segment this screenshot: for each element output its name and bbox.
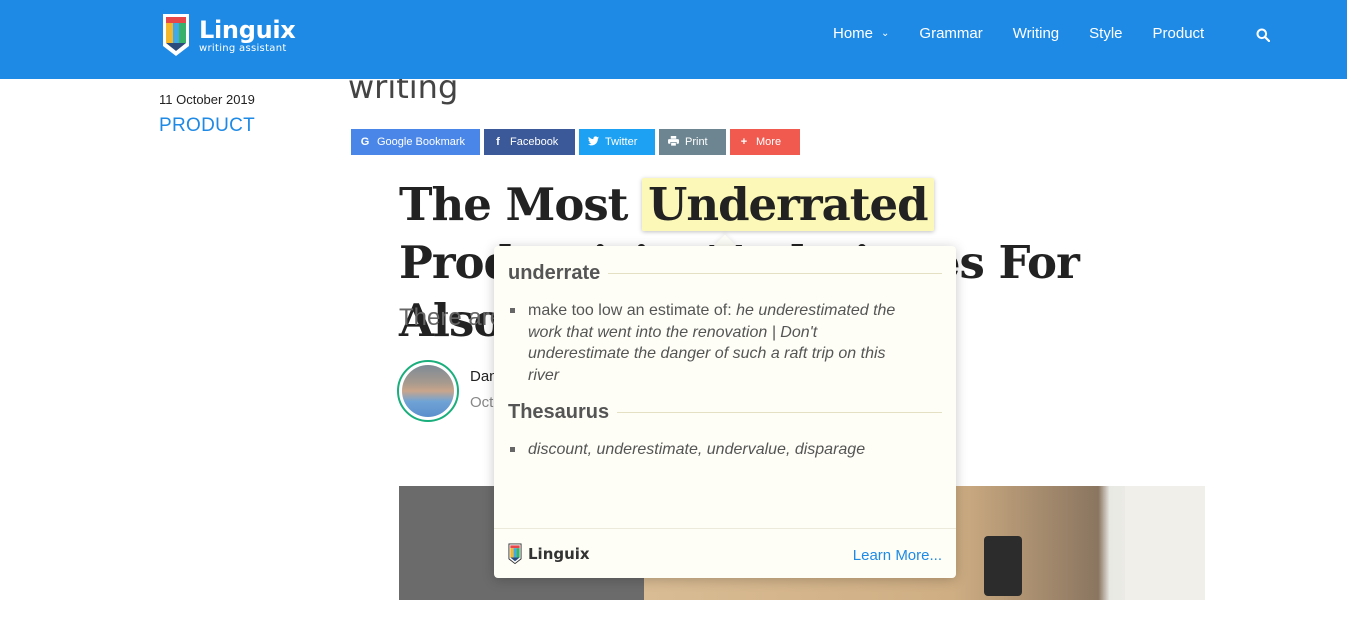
plus-icon: + bbox=[740, 136, 748, 148]
more-share-button[interactable]: + More bbox=[730, 129, 800, 155]
print-label: Print bbox=[685, 136, 708, 148]
nav-product[interactable]: Product bbox=[1153, 25, 1205, 42]
google-bookmark-label: Google Bookmark bbox=[377, 136, 466, 148]
brand-tagline: writing assistant bbox=[199, 42, 287, 54]
learn-more-link[interactable]: Learn More... bbox=[853, 547, 942, 564]
thesaurus-title: Thesaurus bbox=[508, 401, 610, 423]
linguix-logo-icon bbox=[508, 543, 522, 565]
print-icon bbox=[667, 135, 679, 149]
definition-word: underrate bbox=[508, 262, 601, 284]
brand-logo[interactable]: Linguix writing assistant bbox=[161, 12, 296, 59]
article-subtitle: There are bbox=[399, 304, 504, 331]
category-link[interactable]: PRODUCT bbox=[159, 115, 255, 137]
definition-list: make too low an estimate of: he underest… bbox=[508, 300, 908, 386]
search-icon[interactable] bbox=[1256, 28, 1270, 42]
nav-style[interactable]: Style bbox=[1089, 25, 1122, 42]
definition-item: make too low an estimate of: he underest… bbox=[508, 300, 908, 386]
thesaurus-header: Thesaurus bbox=[508, 401, 942, 424]
definition-text: make too low an estimate of: bbox=[528, 302, 737, 319]
headline-before: The Most bbox=[399, 178, 643, 231]
facebook-button[interactable]: f Facebook bbox=[484, 129, 575, 155]
facebook-label: Facebook bbox=[510, 136, 559, 148]
synonyms-text: discount, underestimate, undervalue, dis… bbox=[528, 441, 866, 458]
popup-brand[interactable]: Linguix bbox=[508, 542, 590, 566]
print-button[interactable]: Print bbox=[659, 129, 726, 155]
definition-header: underrate bbox=[508, 262, 942, 285]
byline-date: Oct bbox=[470, 394, 494, 411]
nav-grammar[interactable]: Grammar bbox=[919, 25, 982, 42]
popup-footer: Linguix Learn More... bbox=[494, 528, 956, 578]
post-date: 11 October 2019 bbox=[159, 92, 255, 107]
definition-popup: underrate make too low an estimate of: h… bbox=[494, 246, 956, 578]
linguix-logo-icon bbox=[163, 14, 189, 56]
nav-home[interactable]: Home ⌄ bbox=[833, 25, 889, 42]
popup-brand-name: Linguix bbox=[528, 545, 590, 563]
share-bar: G Google Bookmark f Facebook Twitter Pri… bbox=[351, 129, 804, 155]
google-bookmark-button[interactable]: G Google Bookmark bbox=[351, 129, 480, 155]
synonym-list: discount, underestimate, undervalue, dis… bbox=[508, 439, 908, 461]
more-label: More bbox=[756, 136, 782, 148]
twitter-button[interactable]: Twitter bbox=[579, 129, 655, 155]
google-icon: G bbox=[360, 136, 370, 148]
highlighted-word[interactable]: Underrated bbox=[642, 178, 934, 231]
site-header: Linguix writing assistant Home ⌄ Grammar… bbox=[0, 0, 1347, 79]
nav-home-label: Home bbox=[833, 25, 874, 42]
twitter-icon bbox=[587, 135, 599, 149]
nav-writing[interactable]: Writing bbox=[1013, 25, 1059, 42]
brand-name: Linguix bbox=[199, 15, 296, 44]
twitter-label: Twitter bbox=[605, 136, 638, 148]
chevron-down-icon: ⌄ bbox=[881, 28, 890, 39]
main-nav: Home ⌄ Grammar Writing Style Product bbox=[833, 25, 1234, 42]
synonym-item: discount, underestimate, undervalue, dis… bbox=[508, 439, 908, 461]
facebook-icon: f bbox=[496, 136, 500, 148]
author-avatar[interactable] bbox=[397, 360, 459, 422]
